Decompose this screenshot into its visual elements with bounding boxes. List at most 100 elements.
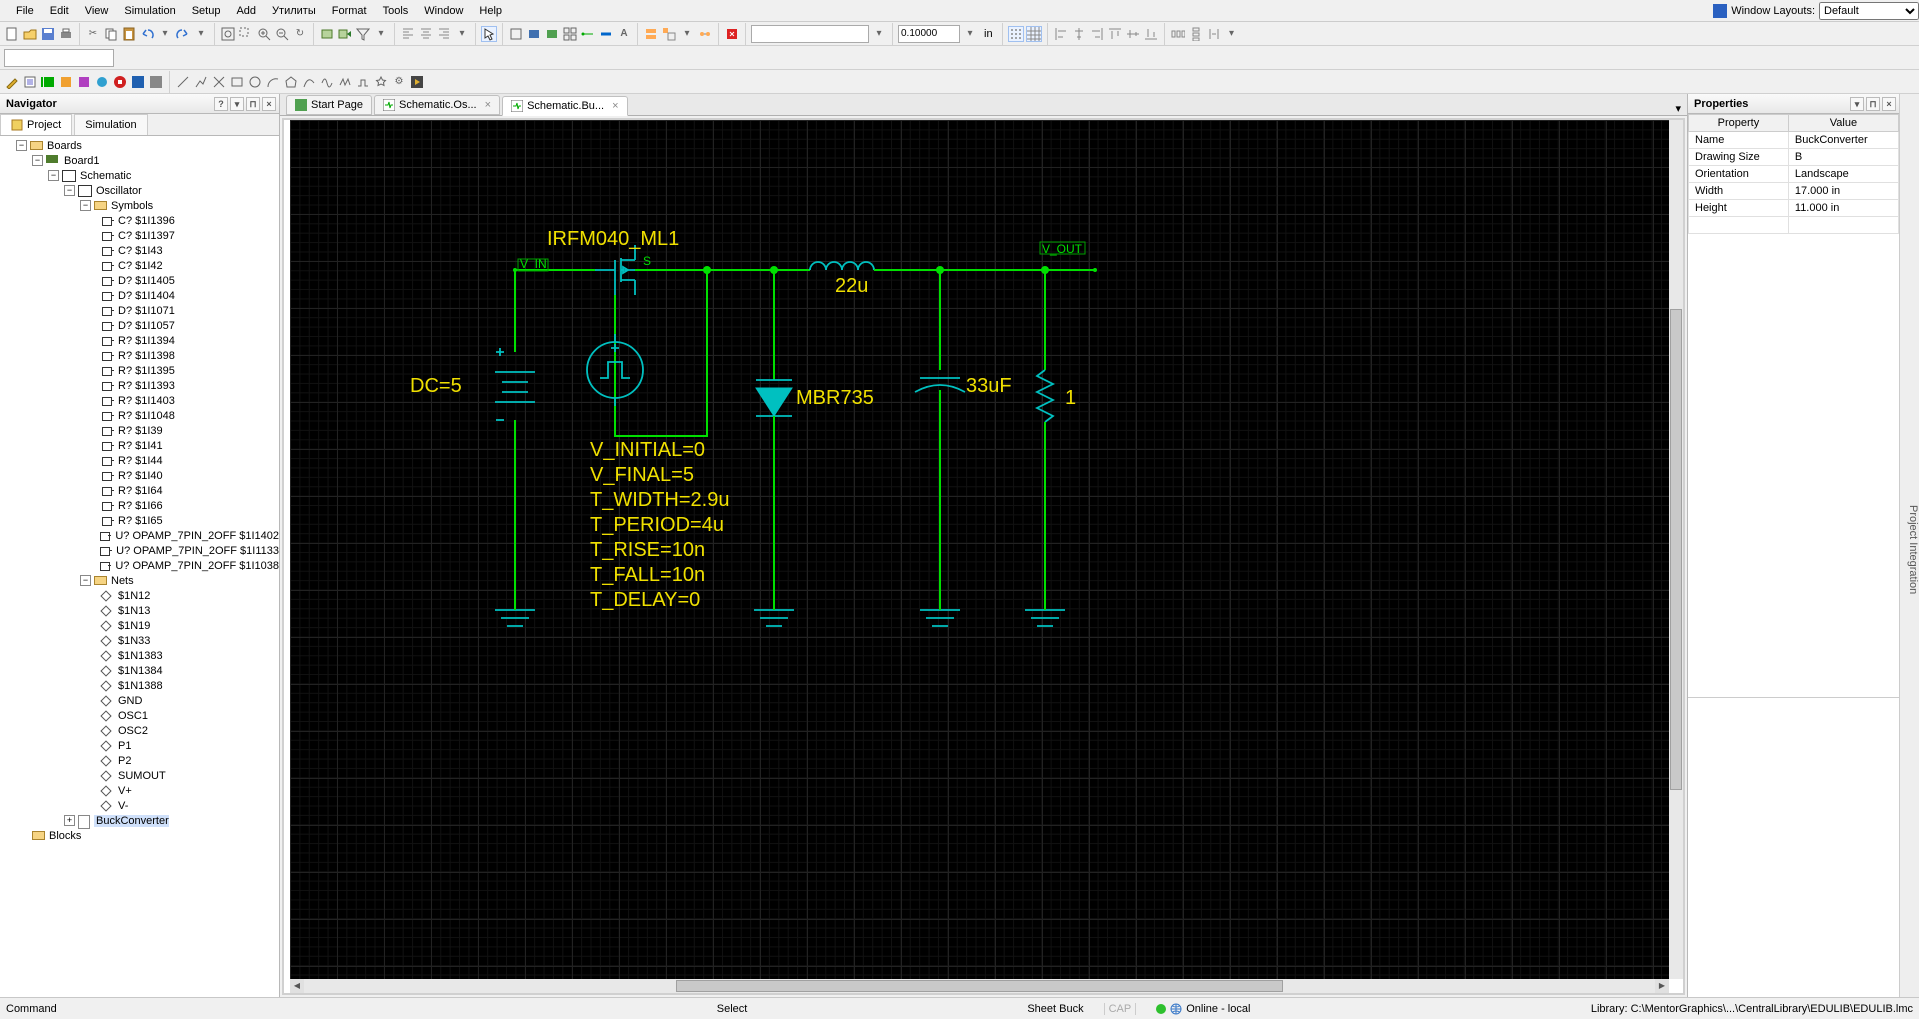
menu-utilities[interactable]: Утилиты <box>264 3 324 19</box>
chevron-down-icon[interactable]: ▾ <box>454 26 470 42</box>
place-net-icon[interactable] <box>580 26 596 42</box>
menu-simulation[interactable]: Simulation <box>116 3 183 19</box>
tree-net[interactable]: $1N13 <box>0 603 279 618</box>
pcb-forward-icon[interactable] <box>337 26 353 42</box>
zoom-in-icon[interactable] <box>256 26 272 42</box>
scroll-thumb[interactable] <box>676 980 1283 992</box>
draw-rectangle-icon[interactable] <box>229 74 245 90</box>
table-row[interactable]: OrientationLandscape <box>1689 166 1899 183</box>
tree-symbol[interactable]: C? $1I43 <box>0 243 279 258</box>
draw-cross-icon[interactable] <box>211 74 227 90</box>
run-sim-icon[interactable] <box>40 74 56 90</box>
tabs-overflow-icon[interactable]: ▾ <box>1675 102 1687 115</box>
tree-symbol[interactable]: R? $1I1393 <box>0 378 279 393</box>
expander-icon[interactable]: − <box>48 170 59 181</box>
tree-symbol[interactable]: U? OPAMP_7PIN_2OFF $1I1402 <box>0 528 279 543</box>
tree-oscillator[interactable]: −Oscillator <box>0 183 279 198</box>
tree-symbol[interactable]: R? $1I65 <box>0 513 279 528</box>
tree-symbol[interactable]: R? $1I44 <box>0 453 279 468</box>
place-block-icon[interactable] <box>508 26 524 42</box>
tree-symbol[interactable]: D? $1I1071 <box>0 303 279 318</box>
paste-icon[interactable] <box>121 26 137 42</box>
package-icon[interactable] <box>319 26 335 42</box>
tree-net[interactable]: SUMOUT <box>0 768 279 783</box>
tree-board1[interactable]: −Board1 <box>0 153 279 168</box>
tree-net[interactable]: OSC1 <box>0 708 279 723</box>
undo-icon[interactable] <box>139 26 155 42</box>
draw-spline1-icon[interactable] <box>301 74 317 90</box>
tree-net[interactable]: V+ <box>0 783 279 798</box>
probe-icon[interactable] <box>4 74 20 90</box>
align-h-right-icon[interactable] <box>1089 26 1105 42</box>
drc-icon[interactable] <box>724 26 740 42</box>
menu-tools[interactable]: Tools <box>375 3 417 19</box>
help-icon[interactable]: ? <box>214 97 228 111</box>
draw-step-icon[interactable] <box>355 74 371 90</box>
pin-icon[interactable]: ⊓ <box>246 97 260 111</box>
window-layouts-select[interactable]: Default <box>1819 2 1919 20</box>
col-property[interactable]: Property <box>1689 115 1789 132</box>
tab-schematic-buckconverter[interactable]: Schematic.Bu... × <box>502 96 627 116</box>
print-icon[interactable] <box>58 26 74 42</box>
draw-arc-icon[interactable] <box>265 74 281 90</box>
align-center-icon[interactable] <box>418 26 434 42</box>
nav-tab-simulation[interactable]: Simulation <box>74 114 147 135</box>
refresh-icon[interactable]: ↻ <box>292 26 308 42</box>
draw-line-icon[interactable] <box>175 74 191 90</box>
close-icon[interactable]: × <box>485 99 491 111</box>
close-icon[interactable]: × <box>1882 97 1896 111</box>
grid-spacing-input[interactable] <box>898 25 960 43</box>
chevron-down-icon[interactable]: ▾ <box>230 97 244 111</box>
draw-circle-icon[interactable] <box>247 74 263 90</box>
waves-gray-icon[interactable] <box>148 74 164 90</box>
table-row[interactable]: Drawing SizeB <box>1689 149 1899 166</box>
tree-symbol[interactable]: C? $1I1396 <box>0 213 279 228</box>
expander-icon[interactable]: + <box>64 815 75 826</box>
draw-spline2-icon[interactable] <box>319 74 335 90</box>
close-icon[interactable]: × <box>612 100 618 112</box>
menu-file[interactable]: File <box>8 3 42 19</box>
expander-icon[interactable]: − <box>80 200 91 211</box>
verilog-icon[interactable] <box>58 74 74 90</box>
horizontal-scrollbar[interactable]: ◀ ▶ <box>290 979 1669 993</box>
display-scheme-dropdown[interactable] <box>751 25 869 43</box>
menu-format[interactable]: Format <box>324 3 375 19</box>
expander-icon[interactable]: − <box>64 185 75 196</box>
tree-blocks[interactable]: Blocks <box>0 828 279 843</box>
tree-net[interactable]: $1N19 <box>0 618 279 633</box>
align-v-middle-icon[interactable] <box>1125 26 1141 42</box>
vertical-scrollbar[interactable] <box>1669 120 1683 979</box>
close-icon[interactable]: × <box>262 97 276 111</box>
tree-net[interactable]: OSC2 <box>0 723 279 738</box>
tree-symbol[interactable]: R? $1I1398 <box>0 348 279 363</box>
nav-tab-project[interactable]: Project <box>0 114 72 135</box>
distribute-v-icon[interactable] <box>1188 26 1204 42</box>
tree-net[interactable]: P1 <box>0 738 279 753</box>
chevron-down-icon[interactable]: ▾ <box>1224 26 1240 42</box>
component-dc-source[interactable] <box>495 348 535 420</box>
tree-net[interactable]: GND <box>0 693 279 708</box>
tree-symbol[interactable]: D? $1I1404 <box>0 288 279 303</box>
table-row[interactable]: Height11.000 in <box>1689 200 1899 217</box>
place-bus-icon[interactable] <box>598 26 614 42</box>
tree-symbol[interactable]: C? $1I1397 <box>0 228 279 243</box>
tree-symbol[interactable]: U? OPAMP_7PIN_2OFF $1I1038 <box>0 558 279 573</box>
component-capacitor[interactable] <box>915 378 965 392</box>
tree-net[interactable]: $1N12 <box>0 588 279 603</box>
expander-icon[interactable]: − <box>80 575 91 586</box>
tree-net[interactable]: $1N33 <box>0 633 279 648</box>
tree-schematic[interactable]: −Schematic <box>0 168 279 183</box>
tab-schematic-oscillator[interactable]: Schematic.Os... × <box>374 95 500 115</box>
copy-icon[interactable] <box>103 26 119 42</box>
align-left-icon[interactable] <box>400 26 416 42</box>
chevron-down-icon[interactable]: ▾ <box>157 26 173 42</box>
zoom-fit-icon[interactable] <box>220 26 236 42</box>
connectivity-icon[interactable] <box>697 26 713 42</box>
tree-symbol[interactable]: D? $1I1405 <box>0 273 279 288</box>
draw-run-icon[interactable] <box>409 74 425 90</box>
redo-icon[interactable] <box>175 26 191 42</box>
table-row[interactable]: Width17.000 in <box>1689 183 1899 200</box>
tree-buckconverter[interactable]: +BuckConverter <box>0 813 279 828</box>
menu-setup[interactable]: Setup <box>184 3 229 19</box>
tree-symbol[interactable]: R? $1I41 <box>0 438 279 453</box>
